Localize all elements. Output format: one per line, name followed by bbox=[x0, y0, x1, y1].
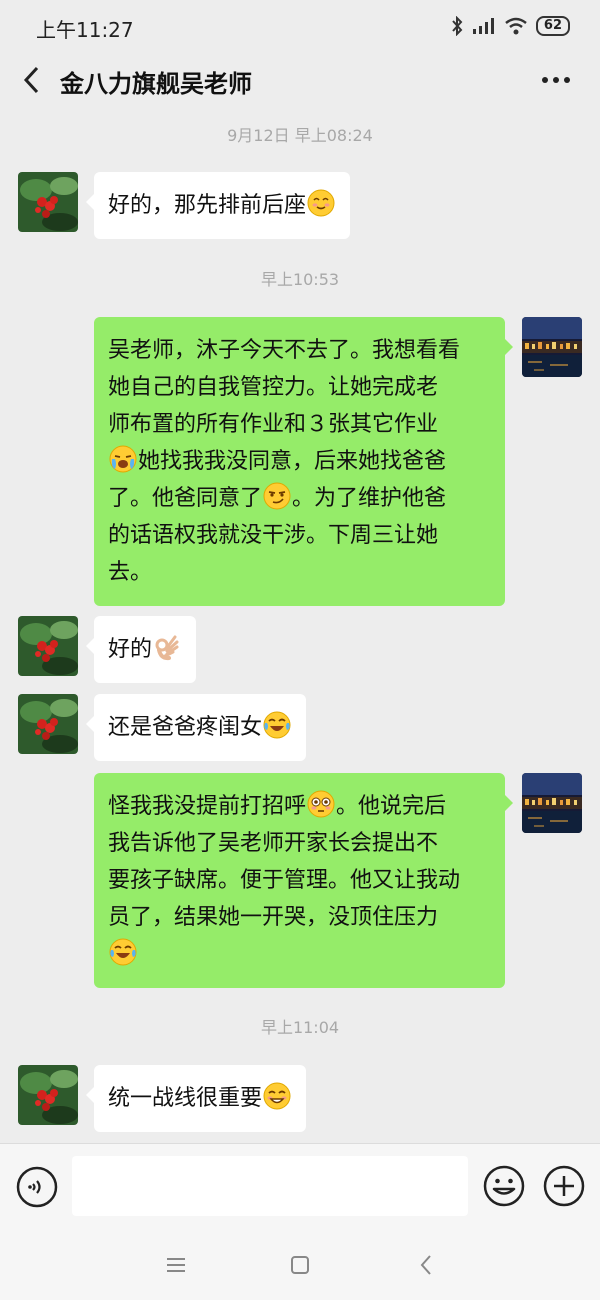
voice-icon bbox=[16, 1166, 58, 1208]
back-arrow-icon bbox=[23, 66, 39, 94]
timestamp: 早上10:53 bbox=[260, 270, 340, 289]
emoji-icon bbox=[483, 1165, 525, 1207]
home-square-icon bbox=[291, 1256, 309, 1274]
title-bar: 金八力旗舰吴老师 bbox=[0, 52, 600, 108]
avatar[interactable] bbox=[18, 172, 78, 232]
message-line: 她自己的自我管控力。让她完成老 bbox=[108, 375, 439, 400]
timestamp: 9月12日 早上08:24 bbox=[227, 126, 373, 145]
message-text: 好的 bbox=[108, 637, 153, 662]
voice-button[interactable] bbox=[16, 1166, 58, 1208]
chat-title: 金八力旗舰吴老师 bbox=[60, 70, 252, 98]
more-button[interactable] bbox=[536, 60, 576, 100]
smirk-emoji-icon bbox=[263, 482, 291, 510]
message-line: 去。 bbox=[108, 560, 153, 585]
nav-back-icon bbox=[420, 1255, 431, 1275]
wifi-icon bbox=[505, 17, 527, 35]
message-line: 她找我我没同意，后来她找爸爸 bbox=[108, 443, 491, 480]
flushed-emoji-icon bbox=[307, 790, 335, 818]
message-line: 员了，结果她一开哭，没顶住压力 bbox=[108, 905, 439, 930]
message-bubble-incoming[interactable]: 好的，那先排前后座 bbox=[85, 172, 351, 239]
message-text: 统一战线很重要 bbox=[108, 1086, 263, 1111]
message-line: 了。他爸同意了 。为了维护他爸 bbox=[108, 480, 491, 517]
status-time: 上午11:27 bbox=[36, 18, 134, 42]
message-line: 师布置的所有作业和３张其它作业 bbox=[108, 412, 439, 437]
smile-emoji-icon bbox=[307, 189, 335, 217]
message-line bbox=[108, 936, 491, 973]
message-line: 吴老师，沐子今天不去了。我想看看 bbox=[108, 338, 461, 363]
battery-indicator: 62 bbox=[535, 16, 570, 36]
self-avatar[interactable] bbox=[522, 317, 582, 377]
menu-icon bbox=[167, 1258, 185, 1272]
back-button[interactable] bbox=[16, 60, 46, 100]
avatar[interactable] bbox=[18, 694, 78, 754]
message-line: 怪我我没提前打招呼 。他说完后 bbox=[108, 788, 491, 825]
message-line: 的话语权我就没干涉。下周三让她 bbox=[108, 523, 439, 548]
bluetooth-icon bbox=[452, 16, 463, 36]
message-line: 我告诉他了吴老师开家长会提出不 bbox=[108, 831, 439, 856]
tears-of-joy-emoji-icon bbox=[109, 938, 137, 966]
timestamp: 早上11:04 bbox=[260, 1018, 340, 1037]
emoji-button[interactable] bbox=[482, 1164, 526, 1208]
message-bubble-outgoing[interactable]: 怪我我没提前打招呼 。他说完后 我告诉他了吴老师开家长会提出不 要孩子缺席。便于管… bbox=[94, 773, 513, 988]
message-text: 还是爸爸疼闺女 bbox=[108, 715, 263, 740]
self-avatar[interactable] bbox=[522, 773, 582, 833]
more-functions-button[interactable] bbox=[542, 1164, 586, 1208]
message-bubble-incoming[interactable]: 还是爸爸疼闺女 bbox=[85, 694, 307, 761]
nav-back-button[interactable] bbox=[408, 1249, 444, 1281]
system-nav-bar bbox=[0, 1229, 600, 1300]
message-line: 要孩子缺席。便于管理。他又让我动 bbox=[108, 868, 461, 893]
tears-of-joy-emoji-icon bbox=[263, 711, 291, 739]
signal-icon bbox=[472, 18, 494, 34]
message-input[interactable] bbox=[72, 1156, 468, 1216]
more-dots-icon bbox=[542, 77, 570, 83]
message-bubble-incoming[interactable]: 好的 bbox=[85, 616, 197, 683]
nav-home-button[interactable] bbox=[282, 1249, 318, 1281]
input-bar bbox=[0, 1143, 600, 1229]
nav-menu-button[interactable] bbox=[158, 1249, 194, 1281]
plus-icon bbox=[543, 1165, 585, 1207]
loudly-crying-emoji-icon bbox=[109, 445, 137, 473]
status-bar: 上午11:27 62 bbox=[0, 0, 600, 52]
status-icons: 62 bbox=[450, 14, 570, 38]
ok-hand-emoji-icon bbox=[155, 635, 179, 661]
avatar[interactable] bbox=[18, 616, 78, 676]
message-text: 好的，那先排前后座 bbox=[108, 193, 307, 218]
message-bubble-outgoing[interactable]: 吴老师，沐子今天不去了。我想看看 她自己的自我管控力。让她完成老 师布置的所有作… bbox=[94, 317, 513, 606]
message-bubble-incoming[interactable]: 统一战线很重要 bbox=[85, 1065, 307, 1132]
grin-emoji-icon bbox=[263, 1082, 291, 1110]
avatar[interactable] bbox=[18, 1065, 78, 1125]
